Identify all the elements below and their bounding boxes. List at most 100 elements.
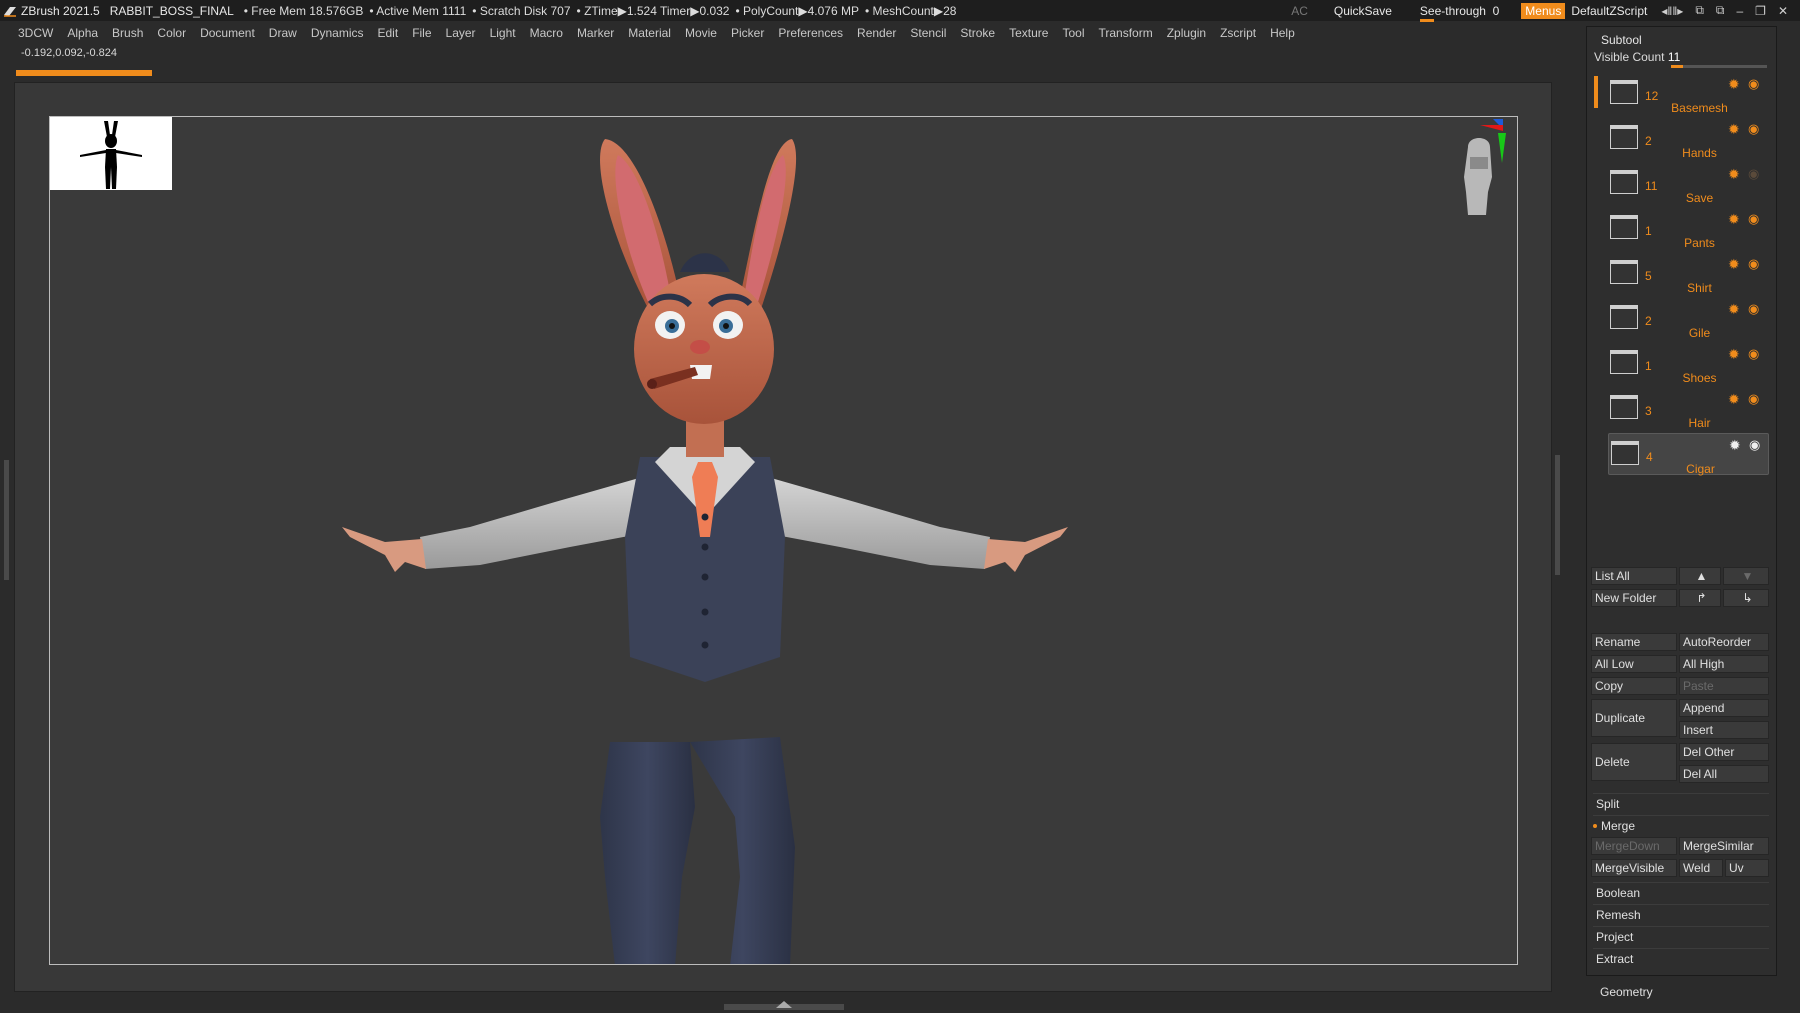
eye-icon[interactable]: ◉ [1748, 346, 1759, 362]
eye-icon[interactable]: ◉ [1748, 211, 1759, 227]
close-icon[interactable]: ✕ [1778, 4, 1788, 18]
navigation-gizmo[interactable] [1460, 117, 1518, 227]
layout-swap-icon[interactable]: ⧉ [1716, 3, 1725, 18]
subtool-item-cigar[interactable]: 4 Cigar ✹ ◉ [1608, 433, 1769, 476]
subtool-item-pants[interactable]: 1 Pants ✹ ◉ [1608, 208, 1769, 250]
menu-transform[interactable]: Transform [1098, 26, 1152, 40]
subtool-item-gile[interactable]: 2 Gile ✹ ◉ [1608, 298, 1769, 340]
extract-section[interactable]: Extract [1593, 948, 1769, 968]
subtool-item-hands[interactable]: 2 Hands ✹ ◉ [1608, 118, 1769, 160]
menu-draw[interactable]: Draw [269, 26, 297, 40]
gear-icon[interactable]: ✹ [1728, 76, 1740, 93]
gear-icon[interactable]: ✹ [1728, 301, 1740, 318]
delete-button[interactable]: Delete [1591, 743, 1677, 781]
menu-layer[interactable]: Layer [446, 26, 476, 40]
menu-macro[interactable]: Macro [530, 26, 563, 40]
mergesimilar-button[interactable]: MergeSimilar [1679, 837, 1769, 855]
minimize-icon[interactable]: – [1736, 4, 1743, 18]
rename-button[interactable]: Rename [1591, 633, 1677, 651]
move-up-button[interactable]: ▲ [1679, 567, 1721, 585]
split-section[interactable]: Split [1593, 793, 1769, 813]
menu-brush[interactable]: Brush [112, 26, 143, 40]
list-scrollbar[interactable] [1594, 76, 1598, 108]
menu-help[interactable]: Help [1270, 26, 1295, 40]
gear-icon[interactable]: ✹ [1728, 166, 1740, 183]
autoreorder-button[interactable]: AutoReorder [1679, 633, 1769, 651]
subtool-item-hair[interactable]: 3 Hair ✹ ◉ [1608, 388, 1769, 430]
menu-stroke[interactable]: Stroke [960, 26, 995, 40]
left-tray-handle[interactable] [4, 460, 9, 580]
subtool-item-shirt[interactable]: 5 Shirt ✹ ◉ [1608, 253, 1769, 295]
geometry-section[interactable]: Geometry [1600, 985, 1653, 999]
gear-icon[interactable]: ✹ [1728, 256, 1740, 273]
right-tray-handle[interactable] [1555, 455, 1560, 575]
bottom-tray-handle[interactable] [724, 1001, 844, 1010]
del-other-button[interactable]: Del Other [1679, 743, 1769, 761]
all-low-button[interactable]: All Low [1591, 655, 1677, 673]
ac-button[interactable]: AC [1291, 4, 1308, 18]
menu-zscript[interactable]: Zscript [1220, 26, 1256, 40]
uv-button[interactable]: Uv [1725, 859, 1769, 877]
visible-count-thumb[interactable] [1671, 65, 1683, 68]
subtool-item-save[interactable]: 11 Save ✹ ◉ [1608, 163, 1769, 205]
menu-document[interactable]: Document [200, 26, 255, 40]
subtool-item-shoes[interactable]: 1 Shoes ✹ ◉ [1608, 343, 1769, 385]
eye-icon[interactable]: ◉ [1748, 256, 1759, 272]
gear-icon[interactable]: ✹ [1728, 391, 1740, 408]
menu-file[interactable]: File [412, 26, 431, 40]
visible-count-slider[interactable]: Visible Count 11 [1594, 50, 1680, 64]
menu-tool[interactable]: Tool [1062, 26, 1084, 40]
menu-material[interactable]: Material [628, 26, 671, 40]
move-down-button[interactable]: ▼ [1723, 567, 1769, 585]
menu-picker[interactable]: Picker [731, 26, 764, 40]
append-button[interactable]: Append [1679, 699, 1769, 717]
paste-button[interactable]: Paste [1679, 677, 1769, 695]
layout-icon[interactable]: ⧉ [1695, 3, 1704, 18]
menu-3dcw[interactable]: 3DCW [18, 26, 53, 40]
gear-icon[interactable]: ✹ [1728, 211, 1740, 228]
mergevisible-button[interactable]: MergeVisible [1591, 859, 1677, 877]
eye-icon[interactable]: ◉ [1748, 166, 1759, 182]
ui-tray-icon[interactable]: ◂‖‖▸ [1661, 4, 1683, 18]
rabbit-model[interactable] [50, 117, 1518, 965]
gear-icon[interactable]: ✹ [1729, 437, 1741, 454]
subtool-title[interactable]: Subtool [1601, 33, 1642, 47]
visible-count-track[interactable] [1671, 65, 1767, 68]
eye-icon[interactable]: ◉ [1749, 437, 1760, 453]
mergedown-button[interactable]: MergeDown [1591, 837, 1677, 855]
project-section[interactable]: Project [1593, 926, 1769, 946]
menu-dynamics[interactable]: Dynamics [311, 26, 364, 40]
eye-icon[interactable]: ◉ [1748, 76, 1759, 92]
boolean-section[interactable]: Boolean [1593, 882, 1769, 902]
restore-icon[interactable]: ❐ [1755, 4, 1766, 18]
weld-button[interactable]: Weld [1679, 859, 1723, 877]
duplicate-button[interactable]: Duplicate [1591, 699, 1677, 737]
insert-button[interactable]: Insert [1679, 721, 1769, 739]
new-folder-button[interactable]: New Folder [1591, 589, 1677, 607]
menus-toggle[interactable]: Menus [1521, 2, 1566, 19]
default-zscript-button[interactable]: DefaultZScript [1571, 4, 1647, 18]
menu-color[interactable]: Color [157, 26, 186, 40]
subtool-item-basemesh[interactable]: 12 Basemesh ✹ ◉ [1608, 73, 1769, 115]
menu-marker[interactable]: Marker [577, 26, 614, 40]
see-through-slider[interactable]: See-through 0 [1419, 4, 1499, 22]
menu-light[interactable]: Light [490, 26, 516, 40]
eye-icon[interactable]: ◉ [1748, 301, 1759, 317]
menu-render[interactable]: Render [857, 26, 896, 40]
list-all-button[interactable]: List All [1591, 567, 1677, 585]
folder-action2-button[interactable]: ↳ [1723, 589, 1769, 607]
viewport-canvas[interactable] [49, 116, 1518, 965]
menu-alpha[interactable]: Alpha [67, 26, 98, 40]
menu-preferences[interactable]: Preferences [778, 26, 843, 40]
del-all-button[interactable]: Del All [1679, 765, 1769, 783]
menu-movie[interactable]: Movie [685, 26, 717, 40]
menu-zplugin[interactable]: Zplugin [1167, 26, 1206, 40]
remesh-section[interactable]: Remesh [1593, 904, 1769, 924]
copy-button[interactable]: Copy [1591, 677, 1677, 695]
menu-stencil[interactable]: Stencil [910, 26, 946, 40]
menu-texture[interactable]: Texture [1009, 26, 1048, 40]
gear-icon[interactable]: ✹ [1728, 346, 1740, 363]
menu-edit[interactable]: Edit [378, 26, 399, 40]
eye-icon[interactable]: ◉ [1748, 121, 1759, 137]
gear-icon[interactable]: ✹ [1728, 121, 1740, 138]
